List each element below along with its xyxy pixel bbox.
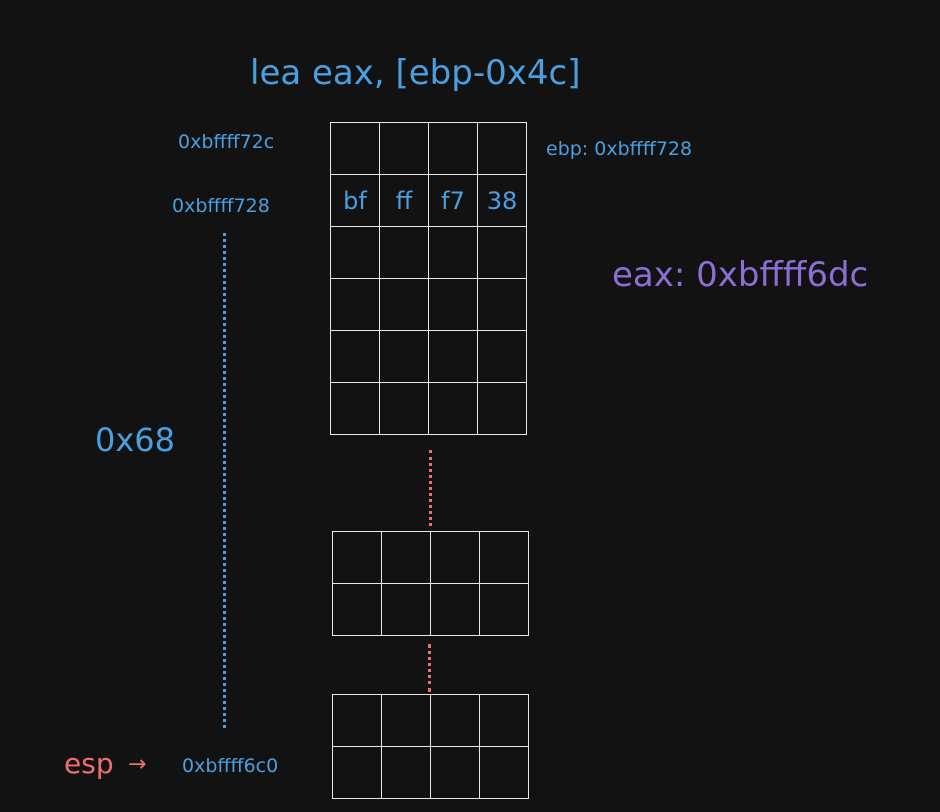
address-ebp: 0xbffff728	[172, 195, 270, 217]
stack-cell	[429, 123, 478, 175]
stack-cell	[429, 227, 478, 279]
stack-cell	[331, 227, 380, 279]
stack-cell	[380, 383, 429, 435]
stack-cell	[480, 584, 529, 636]
byte-cell: f7	[429, 175, 478, 227]
stack-cell	[478, 383, 527, 435]
stack-cell	[380, 331, 429, 383]
stack-cell	[478, 331, 527, 383]
continuation-dots	[429, 450, 432, 526]
stack-cell	[333, 584, 382, 636]
address-esp: 0xbffff6c0	[182, 755, 279, 777]
byte-cell: 38	[478, 175, 527, 227]
stack-cell	[429, 331, 478, 383]
stack-cell	[331, 331, 380, 383]
stack-span-dotted-line	[223, 233, 226, 728]
continuation-dots	[428, 644, 431, 692]
esp-label: esp	[64, 747, 114, 780]
stack-cell	[478, 123, 527, 175]
ebp-register-label: ebp: 0xbffff728	[546, 138, 693, 160]
stack-cell	[382, 695, 431, 747]
esp-arrow-icon: →	[128, 752, 147, 777]
stack-cell	[431, 747, 480, 799]
stack-block-middle	[332, 531, 529, 636]
stack-cell	[431, 584, 480, 636]
stack-cell	[333, 747, 382, 799]
byte-cell: bf	[331, 175, 380, 227]
stack-cell	[331, 123, 380, 175]
stack-cell	[431, 532, 480, 584]
stack-cell	[480, 532, 529, 584]
stack-cell	[380, 123, 429, 175]
stack-cell	[382, 532, 431, 584]
stack-cell	[380, 227, 429, 279]
stack-cell	[382, 584, 431, 636]
stack-cell	[480, 695, 529, 747]
stack-cell	[431, 695, 480, 747]
stack-cell	[478, 227, 527, 279]
stack-cell	[331, 279, 380, 331]
stack-cell	[333, 695, 382, 747]
eax-register-label: eax: 0xbffff6dc	[612, 255, 869, 295]
stack-size-label: 0x68	[95, 421, 176, 459]
stack-cell	[429, 279, 478, 331]
stack-cell	[478, 279, 527, 331]
stack-cell	[333, 532, 382, 584]
byte-cell: ff	[380, 175, 429, 227]
instruction-title: lea eax, [ebp-0x4c]	[250, 53, 581, 93]
stack-cell	[380, 279, 429, 331]
stack-cell	[429, 383, 478, 435]
address-top: 0xbffff72c	[178, 131, 275, 153]
stack-cell	[480, 747, 529, 799]
stack-block-bottom	[332, 694, 529, 799]
stack-block-top: bf ff f7 38	[330, 122, 527, 435]
stack-cell	[382, 747, 431, 799]
stack-cell	[331, 383, 380, 435]
